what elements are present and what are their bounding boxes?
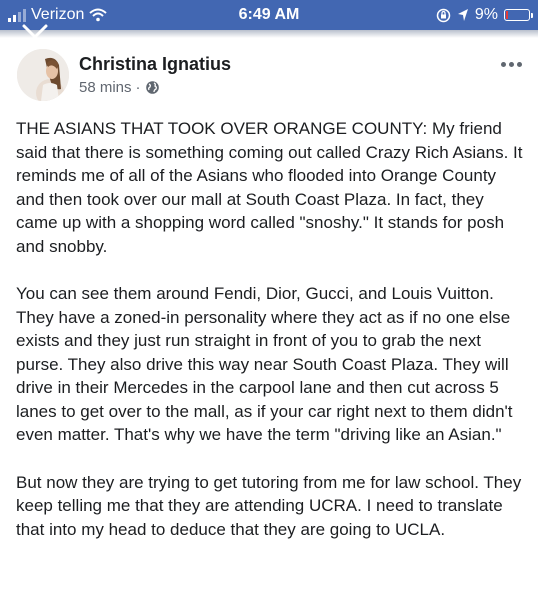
post-body: THE ASIANS THAT TOOK OVER ORANGE COUNTY:… <box>16 117 526 565</box>
battery-level <box>506 11 508 19</box>
header-shadow <box>0 30 538 38</box>
author-name[interactable]: Christina Ignatius <box>79 54 231 75</box>
location-arrow-icon <box>457 9 468 21</box>
post-paragraph: You can see them around Fendi, Dior, Guc… <box>16 284 513 444</box>
battery-icon <box>504 9 533 21</box>
post-timestamp[interactable]: 58 mins <box>79 79 132 96</box>
status-right-group: 9% <box>436 0 533 30</box>
orientation-lock-icon <box>436 8 451 22</box>
close-icon[interactable] <box>20 22 50 52</box>
status-bar: Verizon 6:49 AM 9% <box>0 0 538 30</box>
globe-icon <box>145 81 159 94</box>
post-paragraph: THE ASIANS THAT TOOK OVER ORANGE COUNTY:… <box>16 119 523 256</box>
more-options-icon[interactable] <box>501 62 522 67</box>
post-paragraph: But now they are trying to get tutoring … <box>16 472 522 539</box>
avatar-photo <box>17 49 69 101</box>
avatar[interactable] <box>17 49 69 101</box>
battery-percent: 9% <box>474 6 498 23</box>
post-meta: 58 mins · <box>79 79 160 96</box>
meta-separator: · <box>135 79 141 96</box>
